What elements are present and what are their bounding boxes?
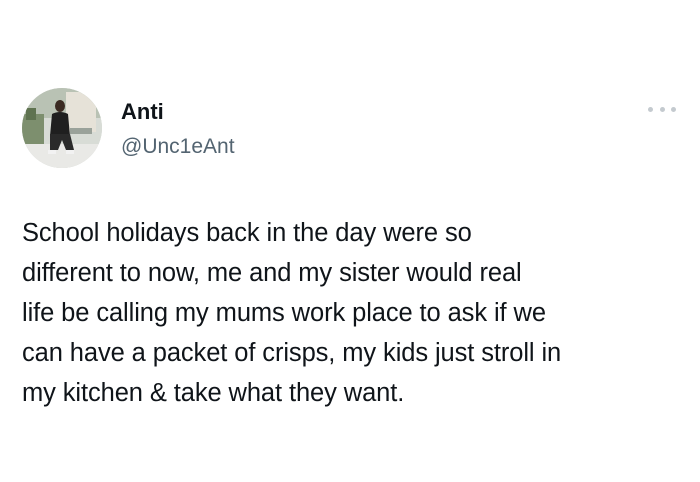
display-name[interactable]: Anti — [121, 99, 164, 125]
profile-photo-icon — [22, 88, 102, 168]
more-dots-icon — [648, 106, 653, 112]
tweet-card: Anti @Unc1eAnt School holidays back in t… — [0, 0, 700, 482]
more-options-button[interactable] — [648, 100, 676, 118]
user-handle[interactable]: @Unc1eAnt — [121, 134, 235, 160]
more-dots-icon — [659, 106, 665, 112]
tweet-text: School holidays back in the day were so … — [22, 219, 562, 407]
avatar[interactable] — [22, 88, 102, 168]
more-dots-icon — [671, 106, 676, 112]
